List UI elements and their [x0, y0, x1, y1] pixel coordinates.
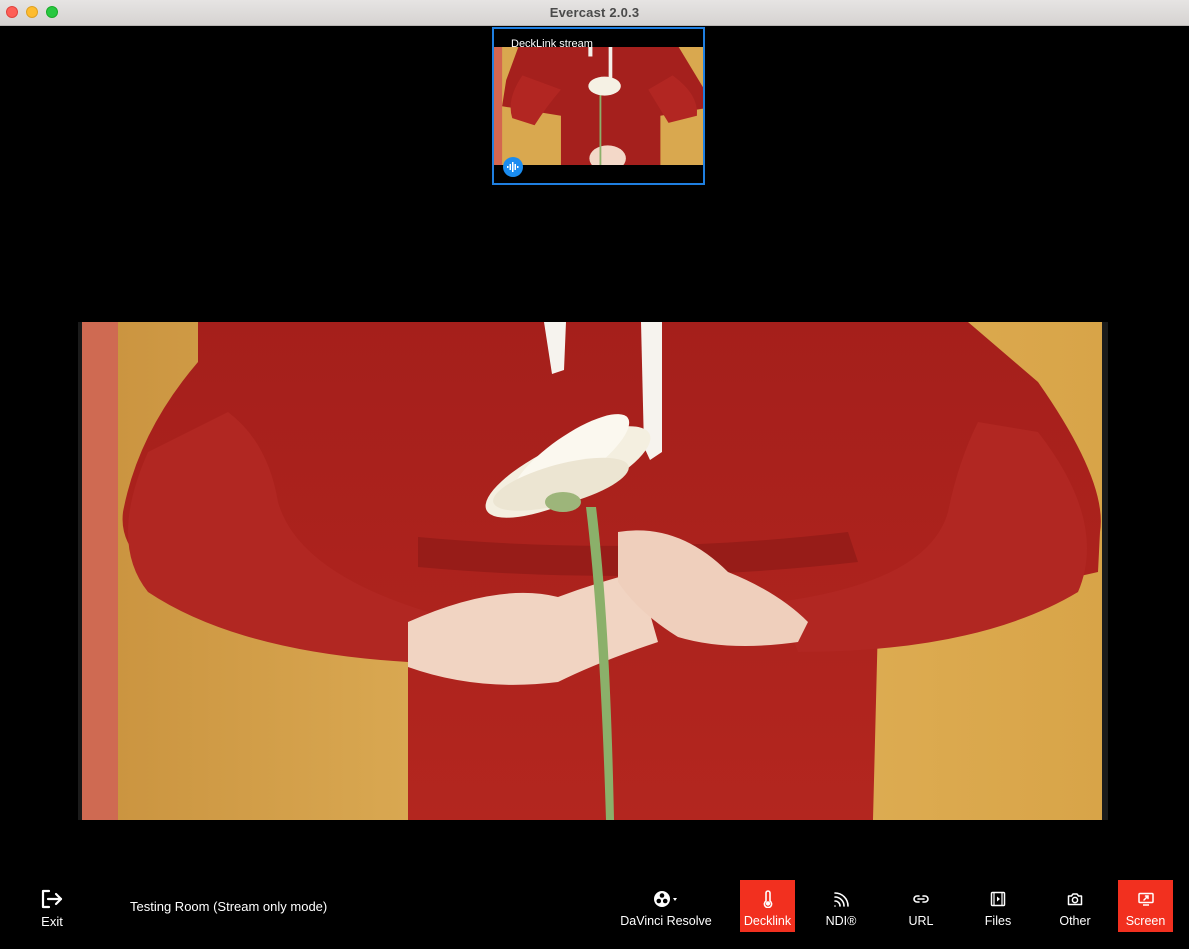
ndi-signal-icon	[832, 890, 850, 908]
screen-share-icon	[1137, 890, 1154, 908]
files-button[interactable]: Files	[973, 880, 1023, 932]
film-icon	[990, 890, 1006, 908]
url-label: URL	[908, 914, 934, 928]
other-label: Other	[1059, 914, 1091, 928]
window-title: Evercast 2.0.3	[549, 5, 640, 20]
decklink-button[interactable]: Decklink	[740, 880, 795, 932]
exit-label: Exit	[41, 914, 63, 929]
davinci-resolve-button[interactable]: DaVinci Resolve	[614, 880, 718, 932]
screen-label: Screen	[1125, 914, 1166, 928]
bottom-toolbar: Exit Testing Room (Stream only mode) DaV…	[0, 870, 1189, 949]
exit-icon	[40, 888, 64, 910]
exit-button[interactable]: Exit	[30, 880, 74, 932]
room-name: Testing Room (Stream only mode)	[130, 899, 328, 914]
decklink-label: Decklink	[743, 914, 792, 928]
ndi-button[interactable]: NDI®	[815, 880, 867, 932]
camera-icon	[1067, 890, 1083, 908]
ndi-label: NDI®	[825, 914, 857, 928]
thumbnail-video	[494, 47, 703, 165]
title-bar: Evercast 2.0.3	[0, 0, 1189, 26]
davinci-resolve-label: DaVinci Resolve	[620, 914, 712, 928]
decklink-stream-thumbnail[interactable]: DeckLink stream	[492, 27, 705, 185]
audio-indicator-icon	[503, 157, 523, 177]
screen-button[interactable]: Screen	[1118, 880, 1173, 932]
url-button[interactable]: URL	[896, 880, 946, 932]
evercast-window: Evercast 2.0.3 DeckLink stream Exit Test…	[0, 0, 1189, 949]
davinci-resolve-icon	[654, 890, 678, 908]
link-icon	[913, 890, 929, 908]
other-button[interactable]: Other	[1050, 880, 1100, 932]
thumbnail-video-frame	[494, 47, 703, 165]
main-stream-video[interactable]	[78, 322, 1108, 820]
files-label: Files	[984, 914, 1012, 928]
thumbnail-label: DeckLink stream	[511, 38, 593, 50]
thermometer-icon	[763, 890, 773, 908]
main-video-frame	[78, 322, 1108, 820]
